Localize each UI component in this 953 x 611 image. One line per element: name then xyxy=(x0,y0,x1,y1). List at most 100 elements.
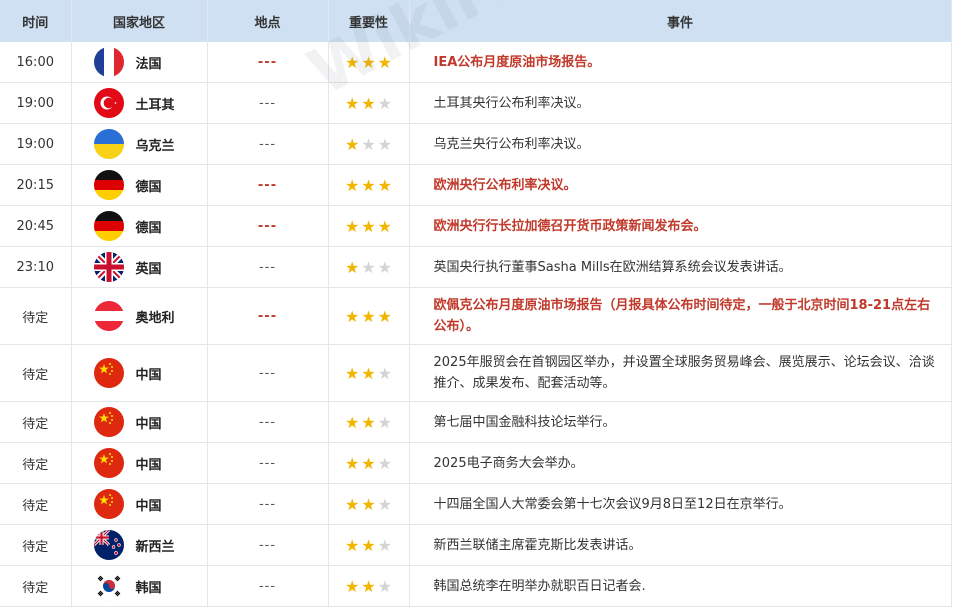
star-icon: ★ xyxy=(361,453,376,473)
country-name: 中国 xyxy=(135,457,162,473)
row-event[interactable]: 欧洲央行行长拉加德召开货币政策新闻发布会。 xyxy=(409,205,952,247)
star-icon: ★ xyxy=(361,412,376,432)
germany-flag-icon xyxy=(93,211,124,241)
row-time: 待定 xyxy=(0,401,72,443)
row-time: 20:45 xyxy=(0,205,72,247)
star-icon: ★ xyxy=(361,494,376,514)
star-icon: ★ xyxy=(377,576,393,596)
row-country: 中国 xyxy=(71,401,208,443)
star-icon: ★ xyxy=(377,257,393,277)
table-row: 16:00 法国 --- ★ ★ ★ IEA公布月度原油市场报告。 xyxy=(0,42,952,83)
star-icon: ★ xyxy=(361,535,376,555)
row-importance: ★ ★ ★ xyxy=(328,483,410,525)
table-row: 待定 奥地利 --- ★ ★ ★ 欧佩克公布月度原油市场报告（月报具体公布时间待定，一般于北… xyxy=(0,287,952,345)
row-place: --- xyxy=(207,205,329,247)
china-flag-icon xyxy=(93,489,124,519)
header-country: 国家地区 xyxy=(71,0,208,42)
row-country: 韩国 xyxy=(71,565,208,607)
row-place: --- xyxy=(207,401,329,443)
uk-flag-icon xyxy=(93,252,124,282)
row-event[interactable]: 十四届全国人大常委会第十七次会议9月8日至12日在京举行。 xyxy=(409,483,952,525)
country-name: 新西兰 xyxy=(135,539,175,555)
row-place: --- xyxy=(207,565,329,607)
star-icon: ★ xyxy=(344,52,360,72)
row-event[interactable]: 2025年服贸会在首钢园区举办，并设置全球服务贸易峰会、展览展示、论坛会议、洽谈… xyxy=(409,344,952,402)
star-icon: ★ xyxy=(344,412,360,432)
china-flag-icon xyxy=(93,407,124,437)
row-country: 中国 xyxy=(71,442,208,484)
star-icon: ★ xyxy=(344,576,360,596)
row-event[interactable]: 欧佩克公布月度原油市场报告（月报具体公布时间待定，一般于北京时间18-21点左右… xyxy=(409,287,952,345)
star-icon: ★ xyxy=(344,306,360,326)
row-importance: ★ ★ ★ xyxy=(328,42,410,83)
row-event[interactable]: 第七届中国金融科技论坛举行。 xyxy=(409,401,952,443)
row-event[interactable]: 新西兰联储主席霍克斯比发表讲话。 xyxy=(409,524,952,566)
country-name: 奥地利 xyxy=(135,310,175,326)
row-country: 新西兰 xyxy=(71,524,208,566)
country-name: 中国 xyxy=(135,367,162,383)
row-importance: ★ ★ ★ xyxy=(328,123,410,165)
star-icon: ★ xyxy=(344,453,360,473)
row-importance: ★ ★ ★ xyxy=(328,442,410,484)
china-flag-icon xyxy=(93,448,124,478)
star-icon: ★ xyxy=(377,52,393,72)
row-importance: ★ ★ ★ xyxy=(328,524,410,566)
country-name: 德国 xyxy=(135,179,162,195)
row-place: --- xyxy=(207,164,329,206)
star-icon: ★ xyxy=(344,93,360,113)
row-place: --- xyxy=(207,82,329,124)
row-event[interactable]: 乌克兰央行公布利率决议。 xyxy=(409,123,952,165)
star-icon: ★ xyxy=(377,216,393,236)
row-place: --- xyxy=(207,42,329,83)
row-importance: ★ ★ ★ xyxy=(328,82,410,124)
header-importance: 重要性 xyxy=(328,0,410,42)
star-icon: ★ xyxy=(377,453,393,473)
country-name: 中国 xyxy=(135,416,162,432)
star-icon: ★ xyxy=(361,216,376,236)
row-time: 待定 xyxy=(0,524,72,566)
star-icon: ★ xyxy=(361,257,376,277)
header-place: 地点 xyxy=(207,0,329,42)
row-country: 奥地利 xyxy=(71,287,208,345)
country-name: 乌克兰 xyxy=(135,138,175,154)
row-event[interactable]: 欧洲央行公布利率决议。 xyxy=(409,164,952,206)
header-event: 事件 xyxy=(409,0,952,42)
row-country: 中国 xyxy=(71,344,208,402)
row-event[interactable]: 韩国总统李在明举办就职百日记者会. xyxy=(409,565,952,607)
austria-flag-icon xyxy=(93,301,124,331)
table-row: 待定 韩国 --- ★ ★ ★ 韩国总统李在明举办就职百日记者会. xyxy=(0,565,952,607)
germany-flag-icon xyxy=(93,170,124,200)
china-flag-icon xyxy=(93,358,124,388)
row-country: 乌克兰 xyxy=(71,123,208,165)
row-importance: ★ ★ ★ xyxy=(328,287,410,345)
row-place: --- xyxy=(207,483,329,525)
row-event[interactable]: 2025电子商务大会举办。 xyxy=(409,442,952,484)
row-event[interactable]: 土耳其央行公布利率决议。 xyxy=(409,82,952,124)
table-row: 20:15 德国 --- ★ ★ ★ 欧洲央行公布利率决议。 xyxy=(0,164,952,206)
table-row: 待定 中国 --- ★ ★ ★ 2025电子商务大会举办。 xyxy=(0,442,952,484)
france-flag-icon xyxy=(93,47,124,77)
row-time: 16:00 xyxy=(0,42,72,83)
star-icon: ★ xyxy=(361,134,376,154)
table-row: 20:45 德国 --- ★ ★ ★ 欧洲央行行长拉加德召开货币政策新闻发布会。 xyxy=(0,205,952,247)
star-icon: ★ xyxy=(377,363,393,383)
row-time: 待定 xyxy=(0,287,72,345)
row-place: --- xyxy=(207,246,329,288)
star-icon: ★ xyxy=(377,535,393,555)
row-time: 待定 xyxy=(0,565,72,607)
row-event[interactable]: IEA公布月度原油市场报告。 xyxy=(409,42,952,83)
header-time: 时间 xyxy=(0,0,72,42)
turkey-flag-icon xyxy=(93,88,124,118)
row-importance: ★ ★ ★ xyxy=(328,246,410,288)
country-name: 中国 xyxy=(135,498,162,514)
table-row: 19:00 土耳其 --- ★ ★ ★ 土耳其央行公布利率决议。 xyxy=(0,82,952,124)
row-time: 待定 xyxy=(0,344,72,402)
korea-flag-icon xyxy=(93,571,124,601)
star-icon: ★ xyxy=(344,535,360,555)
nz-flag-icon xyxy=(93,530,124,560)
star-icon: ★ xyxy=(344,363,360,383)
row-time: 23:10 xyxy=(0,246,72,288)
row-importance: ★ ★ ★ xyxy=(328,401,410,443)
row-importance: ★ ★ ★ xyxy=(328,565,410,607)
row-event[interactable]: 英国央行执行董事Sasha Mills在欧洲结算系统会议发表讲话。 xyxy=(409,246,952,288)
